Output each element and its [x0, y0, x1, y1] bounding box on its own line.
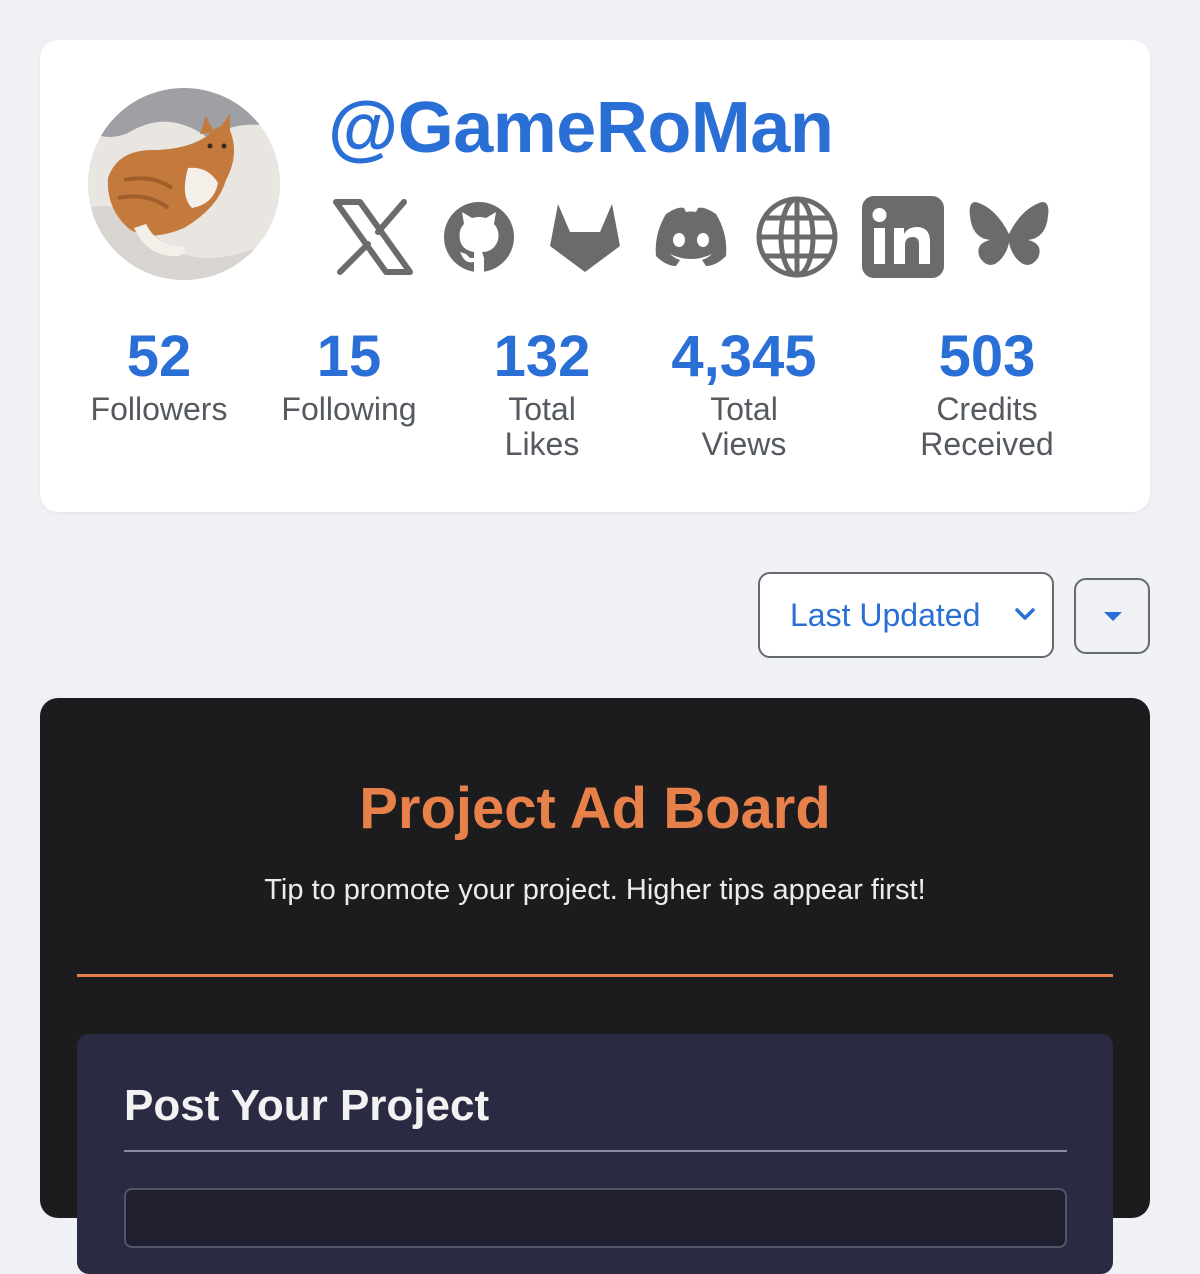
username: @GameRoMan [328, 88, 834, 168]
stat-label-line1: Total [710, 391, 778, 427]
stat-credits-received: 503 Credits Received [902, 324, 1072, 462]
post-project-input[interactable] [124, 1188, 1067, 1248]
stat-value: 503 [938, 324, 1036, 389]
sort-order-button[interactable] [1074, 578, 1150, 654]
stat-value: 15 [316, 324, 382, 389]
stat-total-likes: 132 Total Likes [476, 324, 608, 462]
stat-label: Followers [90, 391, 228, 427]
bluesky-icon[interactable] [966, 194, 1052, 280]
globe-icon[interactable] [754, 194, 840, 280]
chevron-down-icon [1015, 608, 1035, 620]
discord-icon[interactable] [648, 194, 734, 280]
gitlab-icon[interactable] [542, 194, 628, 280]
linkedin-icon[interactable] [860, 194, 946, 280]
profile-card: @GameRoMan 52 Followers 15 Following 132… [40, 40, 1150, 512]
stat-value: 132 [493, 324, 591, 389]
stat-label-line2: Views [701, 426, 787, 462]
github-icon[interactable] [436, 194, 522, 280]
stat-following[interactable]: 15 Following [272, 324, 426, 427]
post-project-divider [124, 1150, 1067, 1152]
stat-value: 4,345 [671, 324, 817, 389]
ad-board-title: Project Ad Board [359, 776, 831, 841]
caret-down-icon [1104, 612, 1122, 621]
stat-label: Following [281, 391, 417, 427]
stat-total-views: 4,345 Total Views [654, 324, 834, 462]
x-icon[interactable] [330, 194, 416, 280]
stat-label-line2: Received [920, 426, 1054, 462]
stat-label-line1: Credits [936, 391, 1038, 427]
post-project-panel: Post Your Project [77, 1034, 1113, 1274]
sort-selected-value: Last Updated [790, 597, 981, 633]
post-project-title: Post Your Project [124, 1081, 490, 1130]
ad-board-divider [77, 974, 1113, 977]
sort-select[interactable]: Last Updated [758, 572, 1054, 658]
ad-board-subtitle: Tip to promote your project. Higher tips… [264, 874, 926, 906]
avatar[interactable] [88, 88, 280, 280]
ad-board: Project Ad Board Tip to promote your pro… [40, 698, 1150, 1274]
avatar-cat-photo [88, 88, 280, 280]
stat-label-line2: Likes [504, 426, 580, 462]
stat-followers[interactable]: 52 Followers [84, 324, 234, 427]
stat-value: 52 [126, 324, 192, 389]
stat-label-line1: Total [508, 391, 576, 427]
